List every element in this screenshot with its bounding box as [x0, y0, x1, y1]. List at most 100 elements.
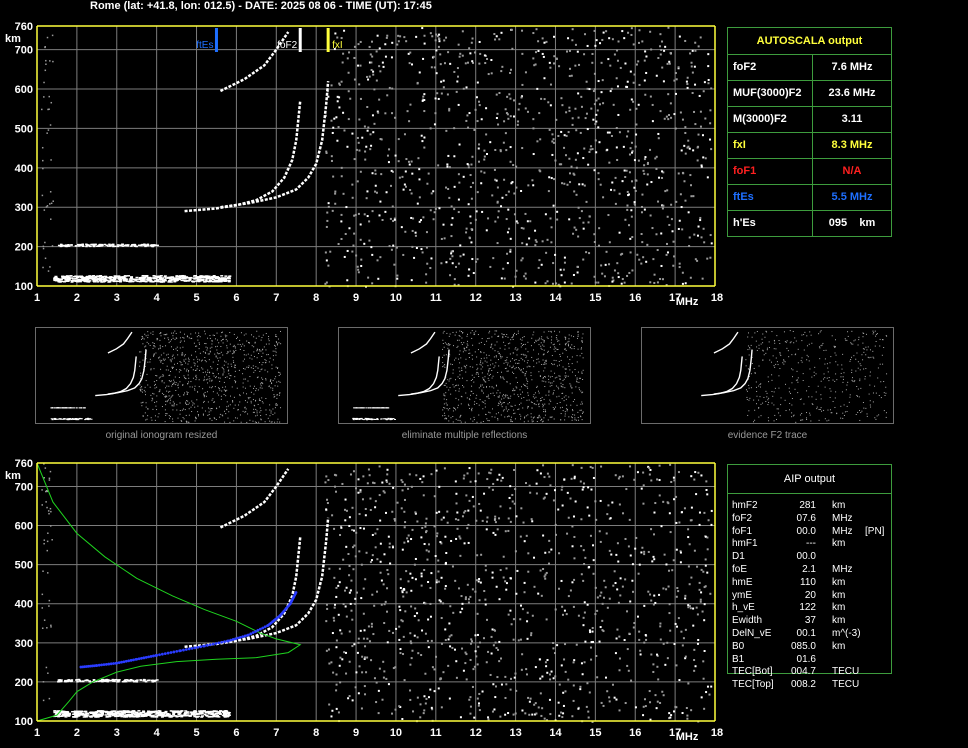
es2-point — [106, 680, 109, 683]
es-point — [56, 710, 60, 713]
es-point — [94, 276, 98, 279]
es-point — [163, 275, 167, 277]
es-point — [142, 711, 146, 713]
es-point — [164, 711, 168, 713]
es2-point — [123, 244, 127, 247]
es-point — [146, 713, 150, 715]
x-tick-label: 14 — [549, 292, 562, 304]
es2-point — [98, 680, 102, 682]
aip-row: hmF1 --- km — [732, 537, 892, 550]
es-point — [77, 714, 81, 716]
es-point — [127, 710, 131, 713]
profile-point — [169, 651, 173, 654]
profile-point — [243, 634, 247, 638]
es-point — [210, 710, 214, 713]
profile-point — [160, 652, 164, 656]
aip-name: DelN_vE — [732, 628, 772, 639]
es-point — [99, 714, 103, 716]
es2-point — [111, 243, 114, 246]
es-point — [120, 715, 124, 718]
aip-value: 07.6 — [796, 512, 816, 524]
x-tick-label: 10 — [390, 727, 402, 739]
profile-point — [147, 655, 151, 659]
es-point — [167, 276, 171, 279]
profile-point — [241, 635, 245, 639]
es-point — [69, 275, 73, 277]
aip-name: B1 — [732, 653, 745, 665]
es-point — [200, 712, 204, 714]
aip-name: hmF1 — [732, 538, 758, 550]
es-point — [58, 281, 62, 283]
es-point — [61, 275, 65, 278]
x-tick-label: 4 — [154, 727, 161, 739]
y-tick-label: 600 — [15, 84, 33, 96]
thumbnail-caption: evidence F2 trace — [727, 430, 808, 441]
es-point — [210, 716, 214, 718]
es-point — [131, 715, 135, 717]
aip-value: 20 — [804, 589, 816, 601]
profile-point — [231, 638, 235, 641]
profile-point — [251, 631, 255, 635]
es-point — [218, 277, 222, 280]
es-point — [211, 713, 215, 715]
es-point — [202, 710, 206, 712]
aip-name: foF2 — [732, 512, 753, 524]
autoscala-label: ftEs — [728, 185, 813, 210]
profile-point — [246, 633, 250, 637]
es2-point — [92, 679, 96, 681]
es-point — [159, 281, 163, 283]
y-tick-label: 700 — [15, 45, 33, 57]
profile-point — [97, 663, 101, 667]
aip-title: AIP output — [728, 465, 891, 494]
aip-row: Ewidth 37 km — [732, 614, 892, 627]
profile-point — [205, 643, 209, 647]
es-point — [118, 277, 122, 280]
es-point — [129, 713, 133, 716]
profile-point — [196, 645, 200, 649]
es-point — [121, 276, 125, 278]
es-point — [54, 279, 58, 282]
profile-point — [258, 627, 262, 631]
aip-value: 110 — [800, 576, 816, 588]
es-point — [200, 715, 204, 717]
es-point — [139, 277, 143, 279]
es-point — [85, 278, 89, 280]
es-point — [163, 278, 167, 281]
es-point — [74, 278, 78, 280]
aip-row: hmF2 281 km — [732, 499, 892, 512]
es-point — [61, 715, 65, 717]
es-point — [108, 281, 112, 283]
thumbnail-3 — [641, 327, 894, 424]
es-point — [73, 710, 77, 713]
es-point — [155, 275, 159, 278]
profile-point — [175, 649, 179, 653]
es-point — [206, 711, 210, 714]
x-tick-label: 18 — [711, 292, 723, 304]
es2-point — [76, 681, 79, 683]
aip-unit: km — [832, 500, 846, 511]
es2-point — [125, 679, 128, 681]
aip-value: 00.0 — [796, 551, 816, 563]
es-point — [171, 278, 175, 281]
x-tick-label: 15 — [589, 727, 601, 739]
es-point — [183, 276, 187, 278]
profile-point — [261, 626, 265, 630]
es-point — [192, 275, 196, 277]
es-point — [68, 277, 72, 280]
autoscala-value: 3.11 — [841, 113, 863, 125]
y-tick-label: 200 — [15, 242, 33, 254]
top-ionogram: ftEs foF2 fxI1 2 3 4 5 6 7 8 9 10 11 12 13 14 15 16 17 18MH… — [5, 21, 723, 308]
es-point — [138, 713, 142, 715]
es-point — [99, 710, 103, 712]
es-point — [89, 716, 93, 718]
x-tick-label: 15 — [589, 292, 601, 304]
es-point — [85, 712, 89, 714]
es2-point — [146, 244, 150, 247]
es-point — [110, 711, 114, 713]
y-tick-label: 100 — [15, 281, 33, 293]
es-point — [211, 280, 215, 283]
es2-point — [114, 245, 117, 248]
aip-row: foE 2.1 MHz — [732, 563, 892, 576]
es2-point — [156, 244, 159, 247]
grid — [37, 26, 715, 286]
